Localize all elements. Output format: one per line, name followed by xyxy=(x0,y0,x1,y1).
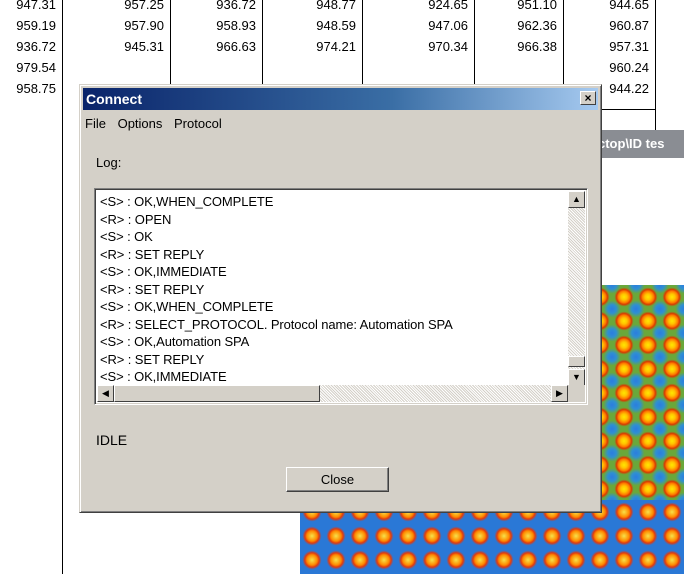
log-listbox[interactable]: <S> : OK,WHEN_COMPLETE <R> : OPEN <S> : … xyxy=(94,188,588,405)
scroll-right-icon[interactable]: ▶ xyxy=(551,385,568,402)
vertical-scrollbar[interactable]: ▲ ▼ xyxy=(568,191,585,386)
scroll-down-icon[interactable]: ▼ xyxy=(568,369,585,386)
table-cell: 960.87 xyxy=(609,18,649,33)
log-line[interactable]: <R> : SET REPLY xyxy=(100,281,560,299)
table-cell: 924.65 xyxy=(428,0,468,12)
connection-status: IDLE xyxy=(96,432,128,448)
table-row: 936.72 945.31 966.63 974.21 970.34 966.3… xyxy=(0,36,684,57)
log-line[interactable]: <R> : SET REPLY xyxy=(100,246,560,264)
table-cell: 979.54 xyxy=(16,60,56,75)
table-cell: 951.10 xyxy=(517,0,557,12)
table-cell: 947.06 xyxy=(428,18,468,33)
table-row: 979.54 960.24 xyxy=(0,57,684,78)
scroll-up-icon[interactable]: ▲ xyxy=(568,191,585,208)
table-cell: 966.63 xyxy=(216,39,256,54)
table-cell: 948.59 xyxy=(316,18,356,33)
log-line[interactable]: <S> : OK,IMMEDIATE xyxy=(100,368,560,386)
log-line[interactable]: <R> : SET REPLY xyxy=(100,351,560,369)
menu-options[interactable]: Options xyxy=(118,116,163,131)
log-line[interactable]: <S> : OK xyxy=(100,228,560,246)
table-cell: 945.31 xyxy=(124,39,164,54)
table-cell: 957.31 xyxy=(609,39,649,54)
table-cell: 962.36 xyxy=(517,18,557,33)
log-line[interactable]: <R> : OPEN xyxy=(100,211,560,229)
table-cell: 957.25 xyxy=(124,0,164,12)
table-cell: 958.93 xyxy=(216,18,256,33)
close-icon[interactable]: × xyxy=(580,91,596,105)
table-cell: 947.31 xyxy=(16,0,56,12)
close-button[interactable]: Close xyxy=(286,467,389,492)
table-cell: 958.75 xyxy=(16,81,56,96)
log-line[interactable]: <S> : OK,WHEN_COMPLETE xyxy=(100,298,560,316)
table-cell: 960.24 xyxy=(609,60,649,75)
table-cell: 959.19 xyxy=(16,18,56,33)
menu-bar: File Options Protocol xyxy=(85,116,230,134)
horizontal-scroll-thumb[interactable] xyxy=(114,385,320,402)
log-line[interactable]: <S> : OK,WHEN_COMPLETE xyxy=(100,193,560,211)
table-cell: 948.77 xyxy=(316,0,356,12)
table-row: 959.19 957.90 958.93 948.59 947.06 962.3… xyxy=(0,15,684,36)
dialog-title: Connect xyxy=(86,91,142,107)
connect-dialog: Connect × File Options Protocol Log: <S>… xyxy=(79,84,602,513)
table-cell: 936.72 xyxy=(216,0,256,12)
log-line[interactable]: <S> : OK,Automation SPA xyxy=(100,333,560,351)
menu-protocol[interactable]: Protocol xyxy=(174,116,222,131)
scrollbar-corner xyxy=(568,385,585,402)
log-label: Log: xyxy=(96,155,122,170)
vertical-scroll-thumb[interactable] xyxy=(568,356,585,367)
horizontal-scrollbar[interactable]: ◀ ▶ xyxy=(97,385,568,402)
log-line[interactable]: <R> : SELECT_PROTOCOL. Protocol name: Au… xyxy=(100,316,560,334)
log-lines: <S> : OK,WHEN_COMPLETE <R> : OPEN <S> : … xyxy=(100,193,560,386)
scroll-left-icon[interactable]: ◀ xyxy=(97,385,114,402)
table-row: 947.31 957.25 936.72 948.77 924.65 951.1… xyxy=(0,0,684,15)
table-cell: 974.21 xyxy=(316,39,356,54)
table-cell: 966.38 xyxy=(517,39,557,54)
table-cell: 936.72 xyxy=(16,39,56,54)
log-line[interactable]: <S> : OK,IMMEDIATE xyxy=(100,263,560,281)
table-cell: 970.34 xyxy=(428,39,468,54)
dialog-titlebar[interactable]: Connect × xyxy=(83,88,598,110)
table-cell: 944.65 xyxy=(609,0,649,12)
table-cell: 957.90 xyxy=(124,18,164,33)
menu-file[interactable]: File xyxy=(85,116,106,131)
